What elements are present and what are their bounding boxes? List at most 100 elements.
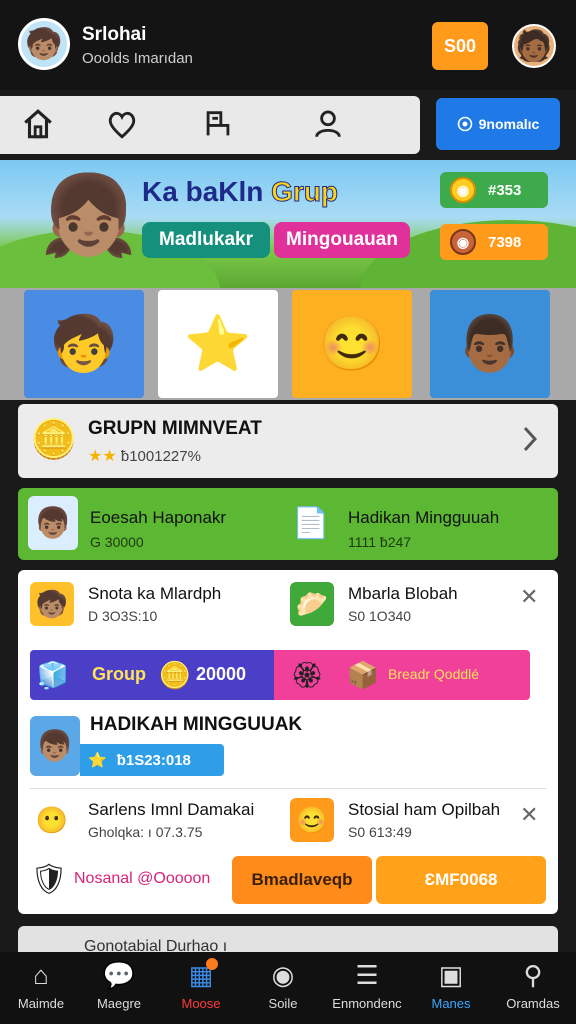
tab-label: Oramdas [506,996,560,1011]
next-card-peek[interactable]: Gonotabial Durhao ı [18,926,558,954]
tab-label: Moose [181,996,221,1011]
friend-avatar[interactable]: 🧑🏾 [512,24,556,68]
group-card-subtitle-text: ƀ1001227% [120,448,201,465]
close-icon[interactable]: ✕ [520,802,538,828]
notification-title: Sarlens Imnl Damakai [88,800,255,819]
notification-row: 😶 Sarlens Imnl Damakai Gholqka: ı 07.3.7… [18,798,558,854]
notification-sub: D 3O3S:10 [88,608,158,624]
heart-icon[interactable] [102,104,142,144]
banner-pill-pink[interactable]: Mingouauan [274,222,410,258]
game-tile[interactable]: ⭐ [158,290,278,398]
tab-moose[interactable]: ▦ Moose [160,952,242,1024]
profile-icon[interactable] [308,104,348,144]
group-strip[interactable]: 🧊 Group 🪙 20000 🏵 📦 Breadr Qoddlé [30,650,530,700]
chair-icon[interactable] [198,104,238,144]
notification-badge [206,958,218,970]
user-subtitle: Ooolds Imarıdan [82,50,193,67]
notification-title: Snota ka Mlardph [88,584,222,603]
compass-icon: ◉ [271,960,295,990]
action-left-label[interactable]: Nosanal @Ooooon [74,870,210,888]
coins-button[interactable]: S00 [432,22,488,70]
notification-row: 🧒🏽 Snota ka Mlardph D 3O3S:10 🥟 Mbarla B… [18,582,558,642]
secondary-action-button[interactable]: ƐMF0068 [376,856,546,904]
group-card-title: GRUPN MIMNVEAT [88,418,262,439]
user-avatar[interactable]: 🧒🏽 [18,18,70,70]
weekly-reward[interactable]: 👦🏽 HADIKAH MINGGUUAK ⭐ ƀ1S23:018 [30,714,550,784]
banner-character: 👧🏽 [40,171,138,259]
notification-sub: Gholqka: ı 07.3.75 [88,824,203,840]
tab-search[interactable]: ⚲ Oramdas [492,952,574,1024]
game-tile[interactable]: 👨🏾 [430,290,550,398]
strip-right-label: Breadr Qoddlé [388,666,480,682]
strip-group-label: Group [92,664,146,684]
shield-icon: 🛡 [30,863,69,896]
emoji-face-icon: 😶 [35,804,69,835]
coin-ring-icon: 🪙 [30,419,78,461]
boy-avatar-icon: 👦🏽 [28,496,78,550]
action-row: 🛡 Nosanal @Ooooon Bmadlaveqb ƐMF0068 [30,856,550,906]
tab-label: Manes [431,996,471,1011]
top-bar: 🧒🏽 Srlohai Ooolds Imarıdan S00 🧑🏾 [0,0,576,90]
green-card-item-sub: 1111 ƀ247 [348,534,412,550]
weekly-reward-bar: ⭐ ƀ1S23:018 [80,744,224,776]
group-card[interactable]: 🪙 GRUPN MIMNVEAT ★★ ƀ1001227% [18,404,558,478]
star-icon: ⭐ [88,752,107,769]
medal-icon: 🏵 [290,659,324,690]
home-icon[interactable] [18,104,58,144]
tab-label: Enmondenc [332,996,402,1011]
game-tiles-row: 🧒 ⭐ 😊 👨🏾 [0,288,576,400]
close-icon[interactable]: ✕ [520,584,538,610]
banner-stat-green-value: #353 [488,181,522,199]
menu-icon: ☰ [355,960,379,990]
notification-sub: S0 613:49 [348,824,412,840]
notification-title: Mbarla Blobah [348,584,458,603]
banner-stat-green[interactable]: ◉ #353 [440,172,548,208]
bottom-tab-bar: ⌂ Maimde 💬 Maegre ▦ Moose ◉ Soile ☰ Enmo… [0,952,576,1024]
banner-title-part2: Grup [271,176,339,208]
game-tile[interactable]: 🧒 [24,290,144,398]
weekly-reward-value: ƀ1S23:018 [116,751,191,769]
tab-label: Maimde [17,996,65,1011]
banner-title: Ka baKln Grup [142,176,339,208]
premium-label: 9nomalıc [478,116,540,132]
green-card-item-title: Eoesah Haponakr [90,508,227,527]
group-card-subtitle: ★★ ƀ1001227% [88,446,201,466]
primary-action-button[interactable]: Bmadlaveqb [232,856,372,904]
tab-profile[interactable]: ◉ Soile [242,952,324,1024]
banner-stat-orange-value: 7398 [488,233,522,251]
chat-bubble-icon: 💬 [102,960,136,990]
hero-banner[interactable]: 👧🏽 Ka baKln Grup Madlukakr Mingouauan ◉ … [0,160,576,288]
green-card-item-title: Hadikan Mingguuah [348,508,500,527]
smile-icon: 😊 [290,798,334,842]
banner-pill-teal[interactable]: Madlukakr [142,222,270,258]
chevron-right-icon[interactable] [520,424,540,462]
tab-label: Maegre [96,996,142,1011]
green-card[interactable]: 👦🏽 Eoesah Haponakr G 30000 📄 Hadikan Min… [18,488,558,560]
tab-manes[interactable]: ▣ Manes [410,952,492,1024]
user-name: Srlohai [82,24,147,45]
document-icon: 📄 [292,506,330,540]
gift-box-icon: 📦 [346,659,380,690]
weekly-reward-title: HADIKAH MINGGUUAK [90,714,303,735]
cube-icon: 🧊 [36,659,70,690]
tab-menu[interactable]: ☰ Enmondenc [326,952,408,1024]
notification-title: Stosial ham Opilbah [348,800,501,819]
square-icon: ▣ [438,960,464,990]
game-tile[interactable]: 😊 [292,290,412,398]
home-icon: ⌂ [33,960,49,990]
premium-icon [457,116,472,132]
boy-avatar-icon: 👦🏽 [30,716,80,776]
premium-button[interactable]: 9nomalıc [436,98,560,150]
content-panel: 🧒🏽 Snota ka Mlardph D 3O3S:10 🥟 Mbarla B… [18,570,558,914]
icon-nav-row [0,96,420,154]
tab-home[interactable]: ⌂ Maimde [0,952,82,1024]
grid-icon: ▦ [188,960,214,990]
banner-stat-orange[interactable]: ◉ 7398 [440,224,548,260]
notification-sub: S0 1O340 [348,608,412,624]
coin-icon: 🪙 [158,659,192,690]
dumpling-icon: 🥟 [290,582,334,626]
banner-title-part1: Ka baKln [142,176,264,207]
tab-label: Soile [268,996,298,1011]
tab-messages[interactable]: 💬 Maegre [78,952,160,1024]
coin-icon: ◉ [450,229,476,255]
